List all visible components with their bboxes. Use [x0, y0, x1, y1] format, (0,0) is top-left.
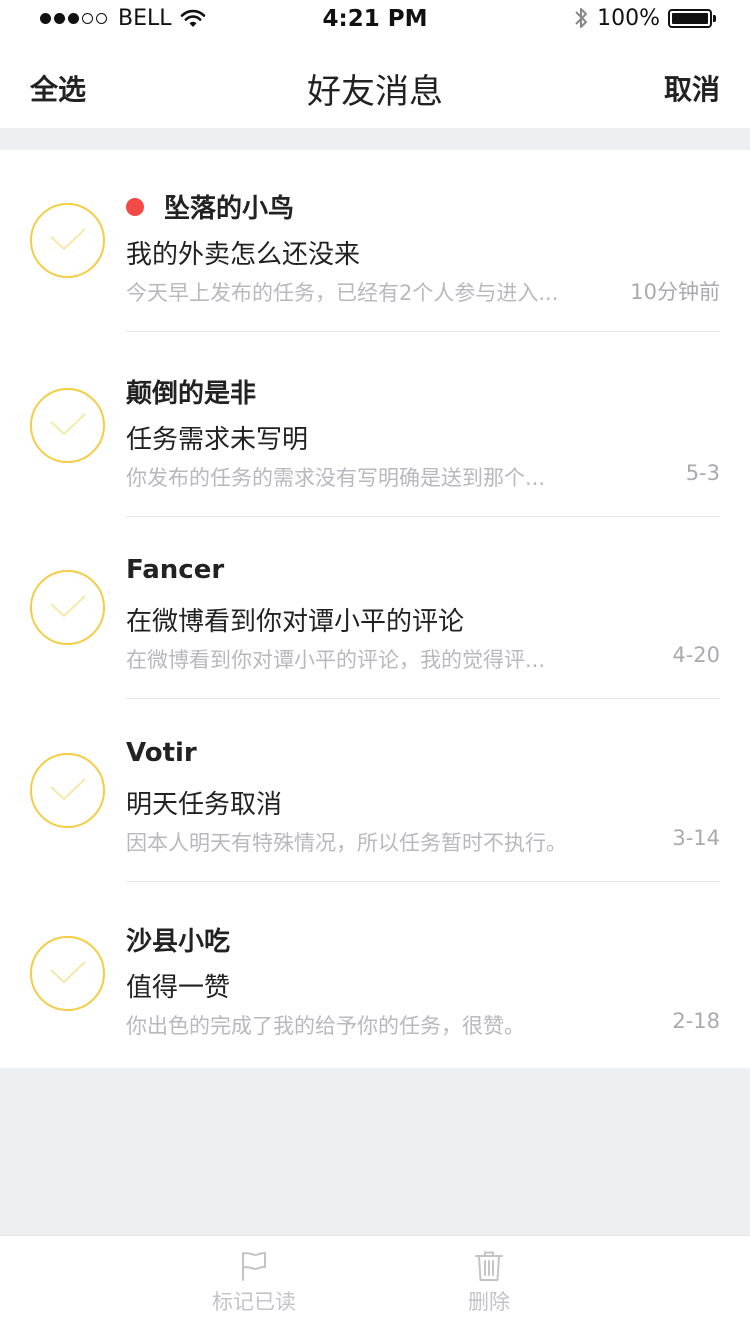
message-item[interactable]: 颠倒的是非 任务需求未写明 你发布的任务的需求没有写明确是送到那个... 5-3: [0, 335, 750, 517]
select-checkbox[interactable]: [30, 936, 105, 1011]
nav-bar: 全选 好友消息 取消: [0, 40, 750, 128]
sender-name: Fancer: [126, 555, 225, 585]
battery-icon: [668, 8, 716, 28]
delete-button[interactable]: 删除: [399, 1250, 579, 1316]
check-icon: [50, 413, 86, 436]
message-subject: 任务需求未写明: [126, 425, 309, 455]
check-icon: [50, 595, 86, 618]
battery-percent: 100%: [597, 5, 660, 31]
bottom-toolbar: 标记已读 删除: [0, 1235, 750, 1334]
message-item[interactable]: Votir 明天任务取消 因本人明天有特殊情况，所以任务暂时不执行。 3-14: [0, 700, 750, 882]
divider: [126, 698, 720, 699]
mark-read-button[interactable]: 标记已读: [164, 1250, 344, 1316]
status-right: 100%: [573, 5, 716, 31]
message-subject: 值得一赞: [126, 973, 231, 1003]
message-time: 10分钟前: [630, 280, 720, 304]
message-time: 3-14: [672, 826, 720, 850]
message-preview: 你出色的完成了我的给予你的任务，很赞。: [126, 1014, 525, 1038]
delete-label: 删除: [468, 1290, 510, 1314]
sender-name: 坠落的小鸟: [126, 188, 294, 225]
flag-icon: [242, 1252, 266, 1281]
message-preview: 在微博看到你对谭小平的评论，我的觉得评...: [126, 648, 546, 672]
status-left: BELL: [40, 6, 206, 31]
check-icon: [50, 961, 86, 984]
mark-read-label: 标记已读: [212, 1290, 296, 1314]
cancel-button[interactable]: 取消: [664, 68, 720, 108]
message-item[interactable]: Fancer 在微博看到你对谭小平的评论 在微博看到你对谭小平的评论，我的觉得评…: [0, 517, 750, 699]
message-item[interactable]: 坠落的小鸟 我的外卖怎么还没来 今天早上发布的任务，已经有2个人参与进入... …: [0, 150, 750, 332]
signal-strength-icon: [40, 13, 110, 24]
check-icon: [50, 778, 86, 801]
message-item[interactable]: 沙县小吃 值得一赞 你出色的完成了我的给予你的任务，很赞。 2-18: [0, 883, 750, 1065]
select-checkbox[interactable]: [30, 570, 105, 645]
select-checkbox[interactable]: [30, 203, 105, 278]
message-subject: 明天任务取消: [126, 790, 283, 820]
message-subject: 我的外卖怎么还没来: [126, 240, 361, 270]
status-bar: BELL 4:21 PM 100%: [0, 0, 750, 40]
sender-name: 沙县小吃: [126, 927, 231, 957]
wifi-icon: [180, 9, 205, 27]
select-all-button[interactable]: 全选: [30, 68, 86, 108]
carrier-name: BELL: [118, 6, 172, 31]
message-subject: 在微博看到你对谭小平的评论: [126, 607, 465, 637]
select-checkbox[interactable]: [30, 753, 105, 828]
select-checkbox[interactable]: [30, 388, 105, 463]
message-preview: 今天早上发布的任务，已经有2个人参与进入...: [126, 281, 559, 305]
page-title: 好友消息: [307, 72, 443, 112]
trash-icon: [475, 1251, 503, 1281]
sender-name: 颠倒的是非: [126, 379, 257, 409]
unread-dot-icon: [126, 197, 144, 216]
message-time: 2-18: [672, 1009, 720, 1033]
divider: [126, 331, 720, 332]
message-time: 5-3: [685, 461, 720, 485]
message-list: 坠落的小鸟 我的外卖怎么还没来 今天早上发布的任务，已经有2个人参与进入... …: [0, 150, 750, 1068]
sender-name: Votir: [126, 738, 197, 768]
message-preview: 你发布的任务的需求没有写明确是送到那个...: [126, 466, 546, 490]
message-preview: 因本人明天有特殊情况，所以任务暂时不执行。: [126, 831, 567, 855]
bluetooth-icon: [575, 8, 588, 28]
check-icon: [50, 228, 86, 251]
message-time: 4-20: [672, 643, 720, 667]
divider: [126, 881, 720, 882]
